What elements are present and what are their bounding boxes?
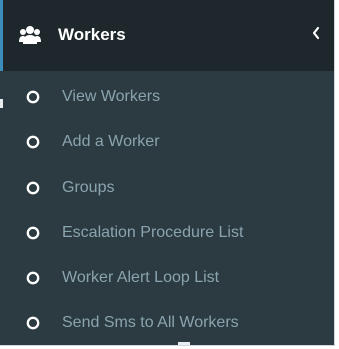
circle-o-icon <box>26 317 40 330</box>
menu-item-escalation-procedure-list[interactable]: Escalation Procedure List <box>0 210 334 255</box>
menu-item-label: Send Sms to All Workers <box>62 314 239 332</box>
users-icon <box>19 26 41 44</box>
scroll-indicator <box>178 342 190 345</box>
active-indicator <box>0 99 3 108</box>
menu-item-label: Worker Alert Loop List <box>62 269 220 287</box>
circle-o-icon <box>26 271 40 285</box>
circle-o-icon <box>26 226 40 240</box>
workers-submenu: View Workers Add a Worker Groups Escalat… <box>0 74 334 345</box>
menu-item-add-worker[interactable]: Add a Worker <box>0 119 334 164</box>
circle-o-icon <box>26 135 40 149</box>
circle-o-icon <box>26 90 40 104</box>
menu-item-label: Add a Worker <box>62 133 160 151</box>
workers-menu-title: Workers <box>58 25 126 44</box>
menu-item-label: Groups <box>62 178 115 196</box>
menu-item-groups[interactable]: Groups <box>0 165 334 210</box>
menu-item-worker-alert-loop-list[interactable]: Worker Alert Loop List <box>0 255 334 300</box>
circle-o-icon <box>26 181 40 194</box>
menu-item-label: View Workers <box>62 88 161 105</box>
menu-item-send-sms-all-workers[interactable]: Send Sms to All Workers <box>0 300 334 345</box>
sidebar-treeview: Workers View Workers Add a Worker Groups <box>0 0 335 346</box>
menu-item-view-workers[interactable]: View Workers <box>0 74 334 119</box>
chevron-left-icon[interactable] <box>311 26 321 40</box>
workers-menu-header[interactable]: Workers <box>0 0 334 71</box>
menu-item-label: Escalation Procedure List <box>62 223 244 241</box>
